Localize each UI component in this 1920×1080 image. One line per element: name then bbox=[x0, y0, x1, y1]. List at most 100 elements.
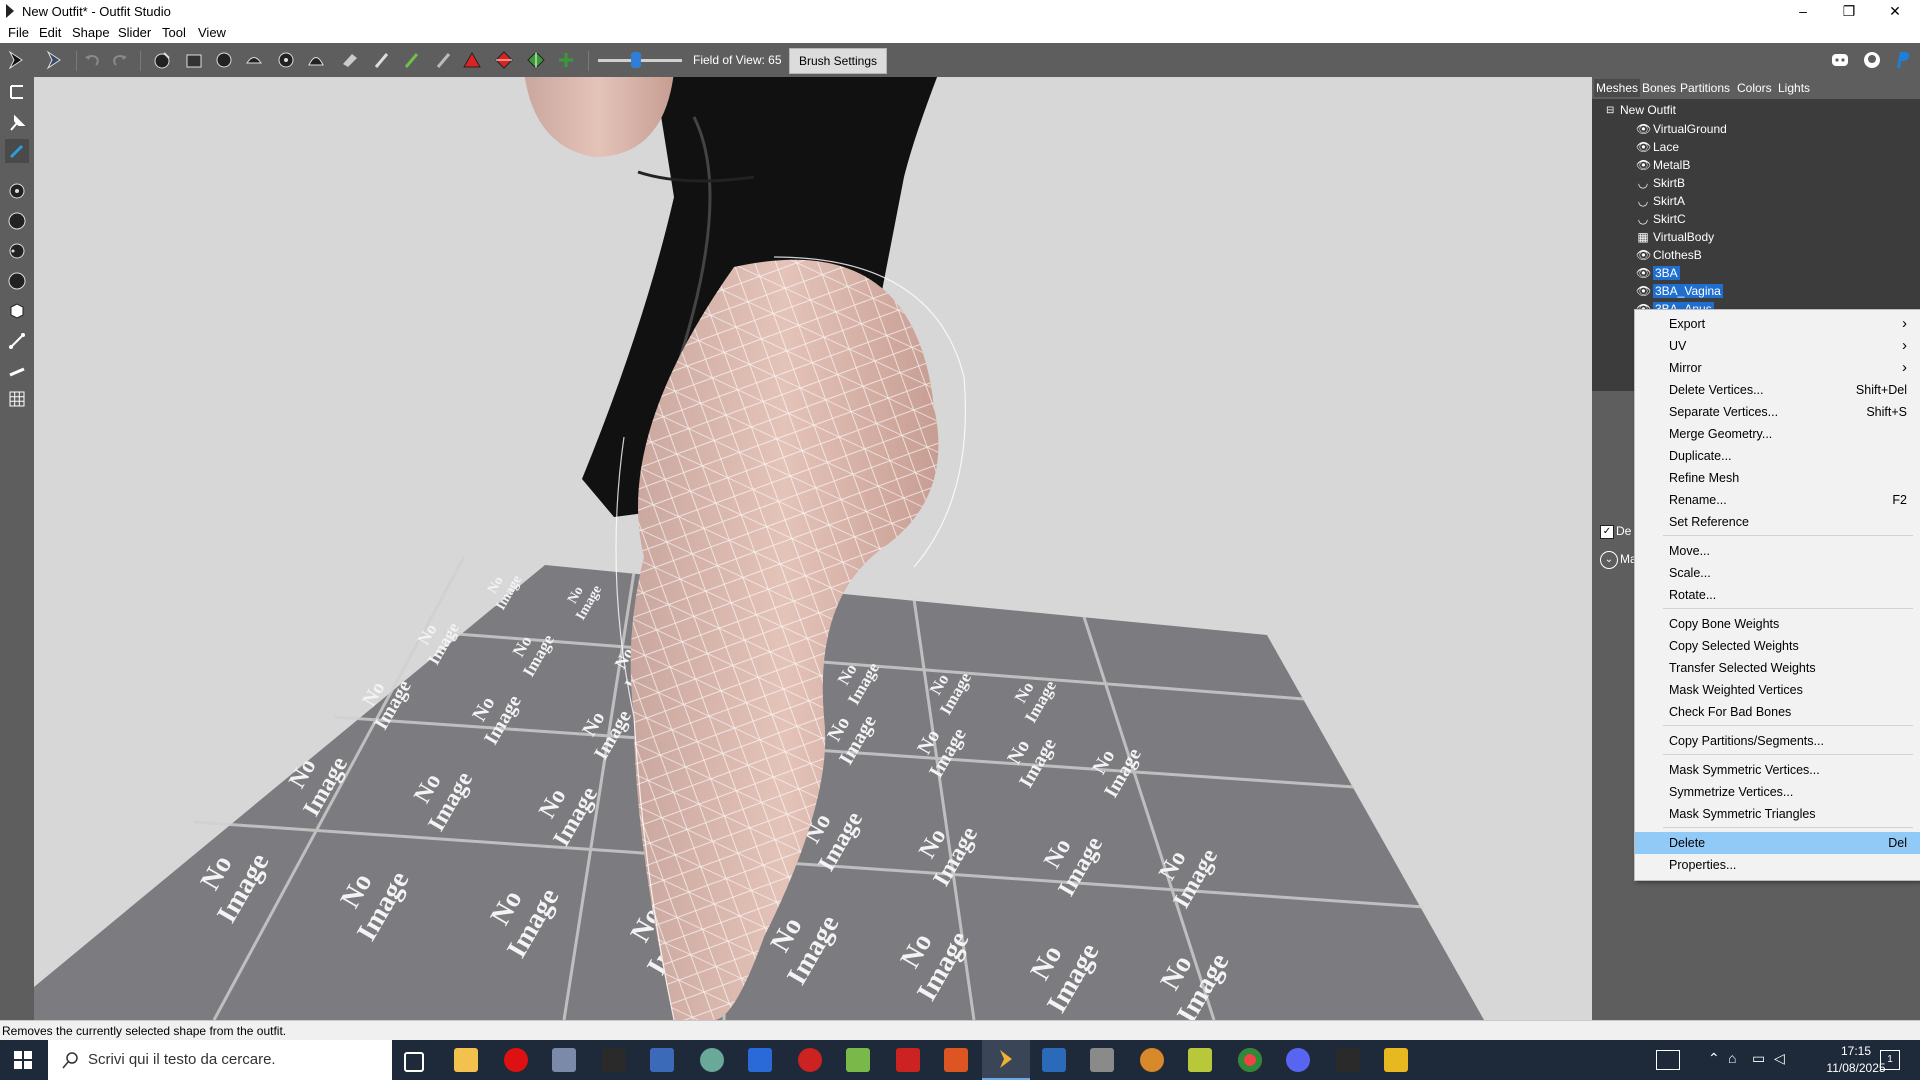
context-menu-item-delete[interactable]: Delete Del bbox=[1635, 832, 1920, 854]
redo-icon[interactable] bbox=[110, 50, 130, 70]
app-icon-13[interactable] bbox=[1188, 1048, 1212, 1072]
app-icon-7[interactable] bbox=[846, 1048, 870, 1072]
context-menu-item-duplicate[interactable]: Duplicate... bbox=[1635, 445, 1920, 467]
tab-meshes[interactable]: Meshes bbox=[1594, 79, 1641, 97]
transform-gizmo-icon[interactable] bbox=[5, 80, 29, 104]
eye-icon[interactable]: 👁 bbox=[1636, 139, 1651, 156]
app-icon-2[interactable] bbox=[602, 1048, 626, 1072]
context-menu-item-merge-geometry[interactable]: Merge Geometry... bbox=[1635, 423, 1920, 445]
task-view-icon[interactable] bbox=[404, 1052, 424, 1072]
select-brush-icon[interactable] bbox=[152, 50, 172, 70]
context-menu-item-delete-vertices[interactable]: Delete Vertices... Shift+Del bbox=[1635, 379, 1920, 401]
collapse-icon[interactable]: ⊟ bbox=[1606, 105, 1614, 116]
mesh-tree-item[interactable]: 👁 Lace bbox=[1636, 139, 1679, 156]
context-menu-item-check-for-bad-bones[interactable]: Check For Bad Bones bbox=[1635, 701, 1920, 723]
tray-chevron-icon[interactable]: ⌃ bbox=[1708, 1050, 1720, 1067]
eye-icon[interactable]: 👁 bbox=[1636, 247, 1651, 264]
app-icon-8[interactable] bbox=[896, 1048, 920, 1072]
eye-icon[interactable]: 👁 bbox=[1636, 157, 1651, 174]
shaded-view-icon[interactable] bbox=[5, 299, 29, 323]
closed-eye-icon[interactable]: ◡ bbox=[1636, 211, 1650, 228]
brush-size-small-icon[interactable] bbox=[5, 179, 29, 203]
eye-icon[interactable]: 👁 bbox=[1636, 283, 1651, 300]
deform-checkbox[interactable]: ✓ bbox=[1600, 525, 1614, 539]
app-icon-10[interactable] bbox=[1042, 1048, 1066, 1072]
context-menu-item-properties[interactable]: Properties... bbox=[1635, 854, 1920, 876]
smooth-brush-icon[interactable] bbox=[306, 50, 326, 70]
mesh-tree-item[interactable]: 👁 3BA_Vagina bbox=[1636, 283, 1723, 300]
context-menu-item-copy-partitions-segments[interactable]: Copy Partitions/Segments... bbox=[1635, 730, 1920, 752]
brush-size-medium-icon[interactable] bbox=[5, 209, 29, 233]
closed-eye-icon[interactable]: ◡ bbox=[1636, 175, 1650, 192]
network-icon[interactable]: ▭ bbox=[1752, 1050, 1765, 1067]
menu-tool[interactable]: Tool bbox=[162, 25, 186, 40]
tab-lights[interactable]: Lights bbox=[1776, 79, 1812, 97]
brush-falloff-icon[interactable] bbox=[5, 239, 29, 263]
mesh-tree-item[interactable]: ▦ VirtualBody bbox=[1636, 229, 1714, 246]
vertex-select-icon[interactable] bbox=[5, 139, 29, 163]
close-button[interactable]: ✕ bbox=[1872, 0, 1918, 23]
mask-brush-icon[interactable] bbox=[184, 50, 204, 70]
tab-bones[interactable]: Bones bbox=[1640, 79, 1678, 97]
tab-partitions[interactable]: Partitions bbox=[1678, 79, 1732, 97]
context-menu-item-mirror[interactable]: Mirror › bbox=[1635, 357, 1920, 379]
github-icon[interactable] bbox=[1862, 50, 1882, 70]
context-menu-item-uv[interactable]: UV › bbox=[1635, 335, 1920, 357]
file-explorer-icon[interactable] bbox=[454, 1048, 478, 1072]
mesh-tree-item[interactable]: 👁 VirtualGround bbox=[1636, 121, 1727, 138]
inflate-brush-icon[interactable] bbox=[214, 50, 234, 70]
context-menu-item-symmetrize-vertices[interactable]: Symmetrize Vertices... bbox=[1635, 781, 1920, 803]
reference-toggle-icon[interactable] bbox=[6, 50, 26, 70]
context-menu-item-mask-weighted-vertices[interactable]: Mask Weighted Vertices bbox=[1635, 679, 1920, 701]
app-icon-12[interactable] bbox=[1140, 1048, 1164, 1072]
app-icon-3[interactable] bbox=[650, 1048, 674, 1072]
context-menu-item-move[interactable]: Move... bbox=[1635, 540, 1920, 562]
alpha-brush-icon[interactable] bbox=[434, 50, 454, 70]
weight-brush-icon[interactable] bbox=[372, 50, 392, 70]
outfit-studio-taskbar-button[interactable] bbox=[982, 1040, 1030, 1080]
context-menu-item-refine-mesh[interactable]: Refine Mesh bbox=[1635, 467, 1920, 489]
tree-root-label[interactable]: New Outfit bbox=[1620, 103, 1676, 117]
field-of-view-slider-thumb[interactable] bbox=[631, 52, 641, 68]
app-icon-5[interactable] bbox=[748, 1048, 772, 1072]
menu-edit[interactable]: Edit bbox=[39, 25, 61, 40]
menu-file[interactable]: File bbox=[8, 25, 29, 40]
context-menu-item-mask-symmetric-vertices[interactable]: Mask Symmetric Vertices... bbox=[1635, 759, 1920, 781]
menu-shape[interactable]: Shape bbox=[72, 25, 110, 40]
transform-tool-icon[interactable] bbox=[556, 50, 576, 70]
color-brush-icon[interactable] bbox=[402, 50, 422, 70]
chrome-icon[interactable] bbox=[1238, 1048, 1262, 1072]
context-menu-item-mask-symmetric-triangles[interactable]: Mask Symmetric Triangles bbox=[1635, 803, 1920, 825]
volume-icon[interactable]: ◁ bbox=[1774, 1050, 1785, 1067]
context-menu-item-copy-selected-weights[interactable]: Copy Selected Weights bbox=[1635, 635, 1920, 657]
mesh-tree-item[interactable]: 👁 3BA bbox=[1636, 265, 1680, 282]
outfit-toggle-icon[interactable] bbox=[44, 50, 64, 70]
app-icon-15[interactable] bbox=[1384, 1048, 1408, 1072]
bone-transform-icon[interactable] bbox=[5, 359, 29, 383]
context-menu-item-copy-bone-weights[interactable]: Copy Bone Weights bbox=[1635, 613, 1920, 635]
keyboard-icon[interactable] bbox=[1656, 1050, 1680, 1070]
notification-icon[interactable]: 1 bbox=[1880, 1050, 1900, 1070]
app-icon-6[interactable] bbox=[798, 1048, 822, 1072]
app-icon-9[interactable] bbox=[944, 1048, 968, 1072]
app-icon-11[interactable] bbox=[1090, 1048, 1114, 1072]
brush-settings-button[interactable]: Brush Settings bbox=[789, 48, 887, 74]
bone-tool-icon[interactable] bbox=[5, 329, 29, 353]
undo-icon[interactable] bbox=[82, 50, 102, 70]
paypal-icon[interactable] bbox=[1892, 50, 1912, 70]
split-edge-icon[interactable] bbox=[526, 50, 546, 70]
mesh-tree-item[interactable]: ◡ SkirtB bbox=[1636, 175, 1685, 192]
undiff-brush-icon[interactable] bbox=[340, 50, 360, 70]
tray-app-icon[interactable]: ⌂ bbox=[1728, 1050, 1736, 1066]
eye-icon[interactable]: 👁 bbox=[1636, 265, 1651, 282]
context-menu-item-rotate[interactable]: Rotate... bbox=[1635, 584, 1920, 606]
wireframe-icon[interactable]: ▦ bbox=[1636, 229, 1650, 246]
app-icon-4[interactable] bbox=[700, 1048, 724, 1072]
eye-icon[interactable]: 👁 bbox=[1636, 121, 1651, 138]
mesh-tree-item[interactable]: 👁 MetalB bbox=[1636, 157, 1690, 174]
context-menu-item-rename[interactable]: Rename... F2 bbox=[1635, 489, 1920, 511]
tab-colors[interactable]: Colors bbox=[1735, 79, 1774, 97]
closed-eye-icon[interactable]: ◡ bbox=[1636, 193, 1650, 210]
windows-start-icon[interactable] bbox=[14, 1051, 32, 1072]
discord-icon[interactable] bbox=[1830, 50, 1850, 70]
